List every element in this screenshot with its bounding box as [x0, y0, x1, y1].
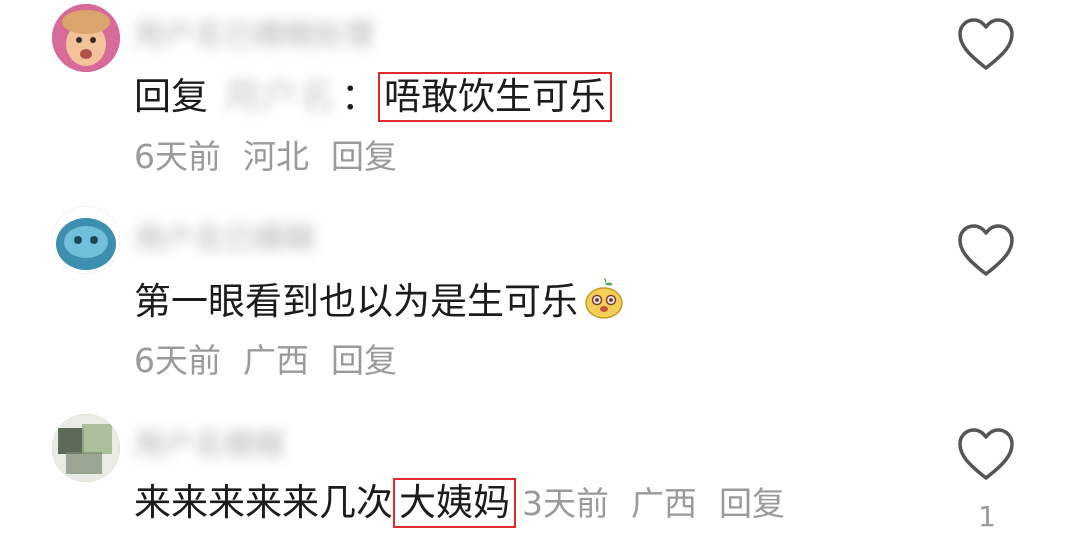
reply-button[interactable]: 回复	[331, 341, 397, 380]
gourd-face-emoji-icon	[585, 278, 623, 319]
timestamp: 6天前	[134, 341, 221, 380]
avatar[interactable]	[52, 4, 120, 72]
highlighted-text: 唔敢饮生可乐	[378, 72, 612, 122]
avatar[interactable]	[52, 414, 120, 482]
comment-meta: 6天前 河北 回复	[134, 130, 397, 178]
reply-prefix: 回复	[134, 75, 208, 118]
avatar-image	[52, 414, 120, 482]
location: 河北	[243, 137, 309, 176]
username[interactable]: 用户名已模糊处理	[134, 10, 374, 53]
avatar-image	[52, 206, 120, 274]
location: 广西	[631, 484, 697, 523]
timestamp: 6天前	[134, 137, 221, 176]
mention-colon: ：	[341, 75, 378, 118]
highlighted-text: 大姨妈	[393, 478, 516, 528]
username[interactable]: 用户名已模糊	[134, 214, 314, 257]
avatar-image	[52, 4, 120, 72]
location: 广西	[243, 341, 309, 380]
heart-outline-icon[interactable]	[956, 16, 1016, 72]
heart-outline-icon[interactable]	[956, 426, 1016, 482]
timestamp: 3天前	[522, 484, 609, 523]
comment-text: 来来来来来几次 大姨妈 3天前 广西 回复	[134, 478, 785, 528]
comment-text-prefix: 来来来来来几次	[134, 481, 393, 524]
avatar[interactable]	[52, 206, 120, 274]
reply-button[interactable]: 回复	[719, 484, 785, 523]
heart-outline-icon[interactable]	[956, 222, 1016, 278]
reply-button[interactable]: 回复	[331, 137, 397, 176]
comment-text: 第一眼看到也以为是生可乐	[134, 276, 626, 326]
username[interactable]: 用户名模糊	[134, 420, 284, 463]
comment-meta: 3天前 广西 回复	[522, 484, 785, 523]
comment-text: 回复 用户名：唔敢饮生可乐	[134, 72, 612, 122]
mentioned-username[interactable]: 用户名	[224, 73, 335, 121]
comment-meta: 6天前 广西 回复	[134, 334, 397, 382]
like-count: 1	[978, 500, 996, 533]
comment-text-content: 第一眼看到也以为是生可乐	[134, 280, 578, 323]
